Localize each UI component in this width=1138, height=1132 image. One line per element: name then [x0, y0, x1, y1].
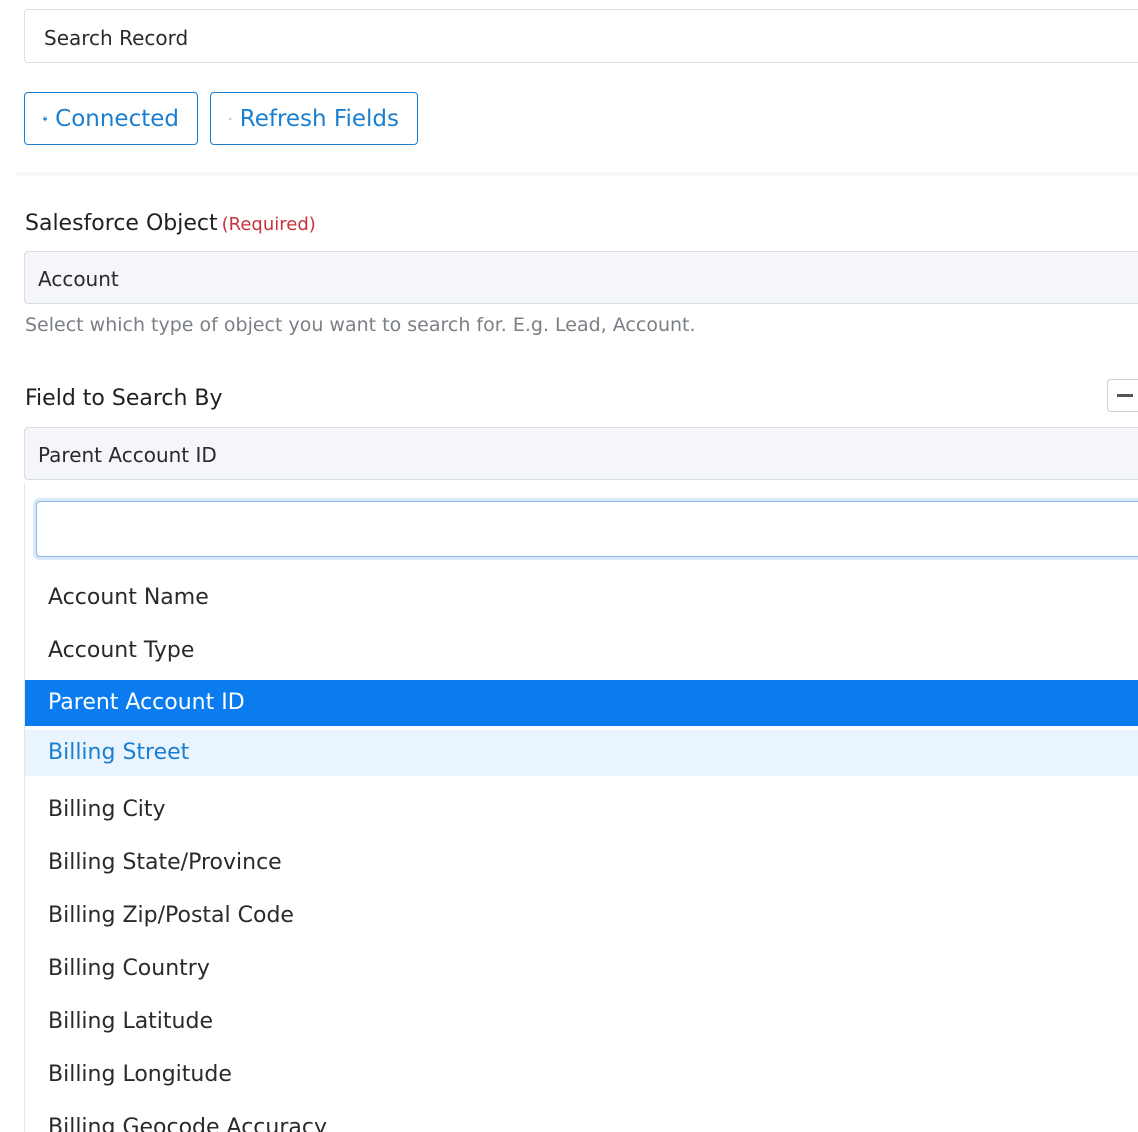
minus-icon: [1117, 394, 1133, 397]
option-billing-street[interactable]: Billing Street: [25, 730, 1138, 776]
option-billing-longitude[interactable]: Billing Longitude: [25, 1048, 1138, 1101]
field-to-search-select[interactable]: Parent Account ID: [24, 427, 1138, 480]
option-billing-country[interactable]: Billing Country: [25, 942, 1138, 995]
section-divider: [16, 172, 1138, 178]
option-billing-city[interactable]: Billing City: [25, 783, 1138, 836]
salesforce-object-help: Select which type of object you want to …: [25, 314, 696, 336]
option-account-name[interactable]: Account Name: [25, 571, 1138, 624]
form-page: Search Record Connected Refresh Fields S…: [0, 0, 1138, 1132]
option-parent-account-id[interactable]: Parent Account ID: [25, 680, 1138, 726]
field-to-search-label: Field to Search By: [25, 386, 223, 411]
salesforce-object-value: Account: [38, 267, 119, 291]
connected-label: Connected: [55, 105, 179, 132]
refresh-fields-button[interactable]: Refresh Fields: [210, 92, 418, 145]
plug-icon: [43, 115, 47, 122]
refresh-icon: [229, 117, 232, 120]
refresh-label: Refresh Fields: [239, 105, 399, 132]
option-account-type[interactable]: Account Type: [25, 624, 1138, 677]
connected-button[interactable]: Connected: [24, 92, 198, 145]
option-billing-zip[interactable]: Billing Zip/Postal Code: [25, 889, 1138, 942]
action-value: Search Record: [44, 26, 189, 50]
salesforce-object-label-text: Salesforce Object: [25, 211, 218, 236]
dropdown-options: Account Name Account Type Parent Account…: [25, 571, 1138, 1132]
salesforce-object-select[interactable]: Account: [24, 251, 1138, 304]
option-billing-geocode-accuracy[interactable]: Billing Geocode Accuracy: [25, 1101, 1138, 1132]
action-select[interactable]: Search Record: [24, 9, 1138, 63]
field-dropdown: Account Name Account Type Parent Account…: [24, 484, 1138, 1132]
field-to-search-value: Parent Account ID: [38, 443, 217, 467]
dropdown-search-input[interactable]: [36, 501, 1138, 557]
required-badge: (Required): [221, 214, 316, 235]
collapse-button[interactable]: [1107, 379, 1138, 412]
salesforce-object-label: Salesforce Object (Required): [25, 211, 316, 236]
option-billing-state[interactable]: Billing State/Province: [25, 836, 1138, 889]
option-billing-latitude[interactable]: Billing Latitude: [25, 995, 1138, 1048]
